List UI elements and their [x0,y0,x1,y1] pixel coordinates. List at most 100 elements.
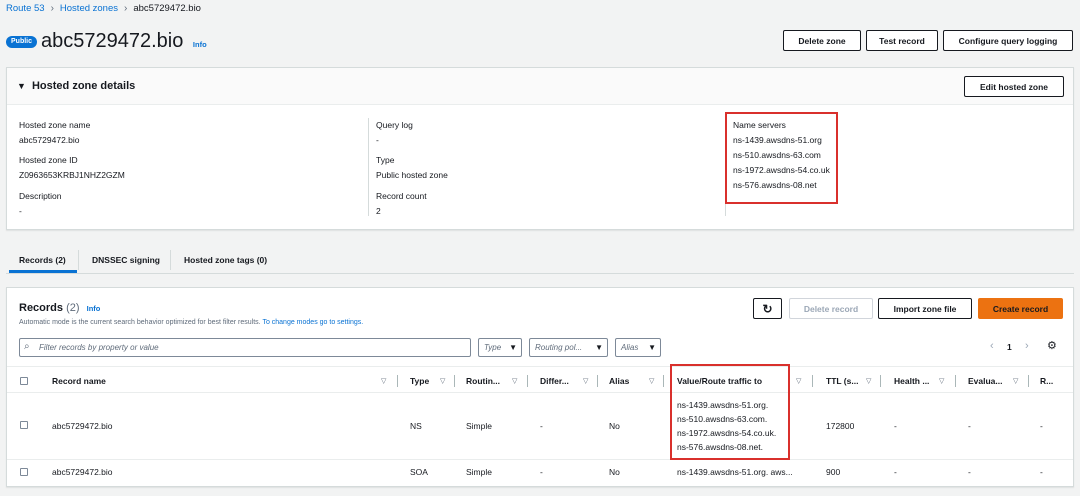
type-value: Public hosted zone [376,170,448,180]
records-description: Automatic mode is the current search beh… [19,319,363,326]
next-page-icon[interactable]: › [1025,340,1029,352]
col-type[interactable]: Type [410,376,429,386]
chevron-right-icon: › [124,3,128,14]
sort-icon[interactable]: ▽ [440,377,445,385]
sort-icon[interactable]: ▽ [939,377,944,385]
type-filter-label: Type [484,343,502,352]
tab-hosted-zone-tags[interactable]: Hosted zone tags (0) [184,255,267,265]
type-label: Type [376,155,395,165]
column-resizer[interactable] [663,375,664,387]
record-type-cell: NS [410,421,422,431]
records-count: (2) [66,302,80,314]
import-zone-file-button[interactable]: Import zone file [878,298,972,319]
public-badge: Public [6,36,38,48]
record-alias-cell: No [609,467,620,477]
zone-name-label: Hosted zone name [19,120,91,130]
column-resizer[interactable] [1028,375,1029,387]
tabs-bottom-border [6,273,1074,274]
zone-name-value: abc5729472.bio [19,135,80,145]
configure-query-logging-button[interactable]: Configure query logging [943,30,1073,51]
page-title-text: abc5729472.bio [41,30,184,52]
refresh-button[interactable]: ↻ [753,298,782,319]
tab-dnssec-signing[interactable]: DNSSEC signing [92,255,160,265]
record-health-cell: - [894,467,897,477]
breadcrumb-hosted-zones[interactable]: Hosted zones [60,3,118,14]
filter-placeholder: Filter records by property or value [39,343,159,352]
record-name-cell[interactable]: abc5729472.bio [52,467,113,477]
record-alias-cell: No [609,421,620,431]
caret-down-icon: ▼ [509,343,517,352]
zone-id-value: Z0963653KRBJ1NHZ2GZM [19,170,125,180]
sort-icon[interactable]: ▽ [1013,377,1018,385]
column-resizer[interactable] [597,375,598,387]
delete-zone-button[interactable]: Delete zone [783,30,861,51]
records-desc-text: Automatic mode is the current search beh… [19,319,261,326]
type-filter-select[interactable]: Type ▼ [478,338,522,357]
settings-gear-icon[interactable]: ⚙ [1047,339,1057,352]
record-evaluate-cell: - [968,467,971,477]
row-checkbox[interactable] [20,468,28,476]
column-resizer[interactable] [527,375,528,387]
routing-policy-filter-select[interactable]: Routing pol... ▼ [529,338,608,357]
record-evaluate-cell: - [968,421,971,431]
sort-icon[interactable]: ▽ [583,377,588,385]
routing-filter-label: Routing pol... [535,343,583,352]
name-servers-highlight [725,112,838,204]
col-evaluate[interactable]: Evalua... [968,376,1003,386]
breadcrumb-route53[interactable]: Route 53 [6,3,45,14]
table-top-border [7,366,1073,367]
sort-icon[interactable]: ▽ [649,377,654,385]
column-resizer[interactable] [397,375,398,387]
select-all-checkbox[interactable] [20,377,28,385]
create-record-button[interactable]: Create record [978,298,1063,319]
page-number[interactable]: 1 [1007,342,1012,352]
value-route-highlight [670,364,790,460]
caret-down-icon: ▼ [17,81,26,91]
record-ttl-cell: 172800 [826,421,855,431]
records-title-text: Records [19,302,64,314]
record-count-label: Record count [376,191,427,201]
info-link[interactable]: Info [193,40,207,49]
column-resizer[interactable] [880,375,881,387]
record-count-value: 2 [376,206,381,216]
tab-divider [170,250,171,270]
sort-icon[interactable]: ▽ [796,377,801,385]
filter-records-input[interactable]: ⌕ Filter records by property or value [19,338,471,357]
row-checkbox[interactable] [20,421,28,429]
prev-page-icon[interactable]: ‹ [990,340,994,352]
details-panel-title[interactable]: ▼ Hosted zone details [17,80,135,92]
col-routing[interactable]: Routin... [466,376,500,386]
col-differentiator[interactable]: Differ... [540,376,569,386]
col-alias[interactable]: Alias [609,376,629,386]
breadcrumb-current: abc5729472.bio [133,3,201,14]
change-modes-link[interactable]: To change modes go to settings. [262,319,363,326]
sort-icon[interactable]: ▽ [866,377,871,385]
record-health-cell: - [894,421,897,431]
sort-icon[interactable]: ▽ [381,377,386,385]
details-panel-header [7,68,1073,105]
col-health[interactable]: Health ... [894,376,929,386]
record-ttl-cell: 900 [826,467,841,477]
col-ttl[interactable]: TTL (s... [826,376,858,386]
tab-records[interactable]: Records (2) [19,255,66,265]
record-name-cell[interactable]: abc5729472.bio [52,421,113,431]
details-title-text: Hosted zone details [31,80,136,92]
description-label: Description [19,191,62,201]
record-differ-cell: - [540,467,543,477]
column-resizer[interactable] [955,375,956,387]
delete-record-button[interactable]: Delete record [789,298,873,319]
record-type-cell: SOA [410,467,428,477]
col-record-id[interactable]: R... [1040,376,1053,386]
column-divider [368,118,369,216]
hosted-zone-details-panel: ▼ Hosted zone details Edit hosted zone H… [6,67,1074,230]
column-resizer[interactable] [454,375,455,387]
sort-icon[interactable]: ▽ [512,377,517,385]
alias-filter-select[interactable]: Alias ▼ [615,338,661,357]
edit-hosted-zone-button[interactable]: Edit hosted zone [964,76,1064,97]
alias-filter-label: Alias [621,343,639,352]
col-record-name[interactable]: Record name [52,376,106,386]
search-icon: ⌕ [24,341,30,352]
records-info-link[interactable]: Info [87,304,101,313]
column-resizer[interactable] [812,375,813,387]
test-record-button[interactable]: Test record [866,30,938,51]
